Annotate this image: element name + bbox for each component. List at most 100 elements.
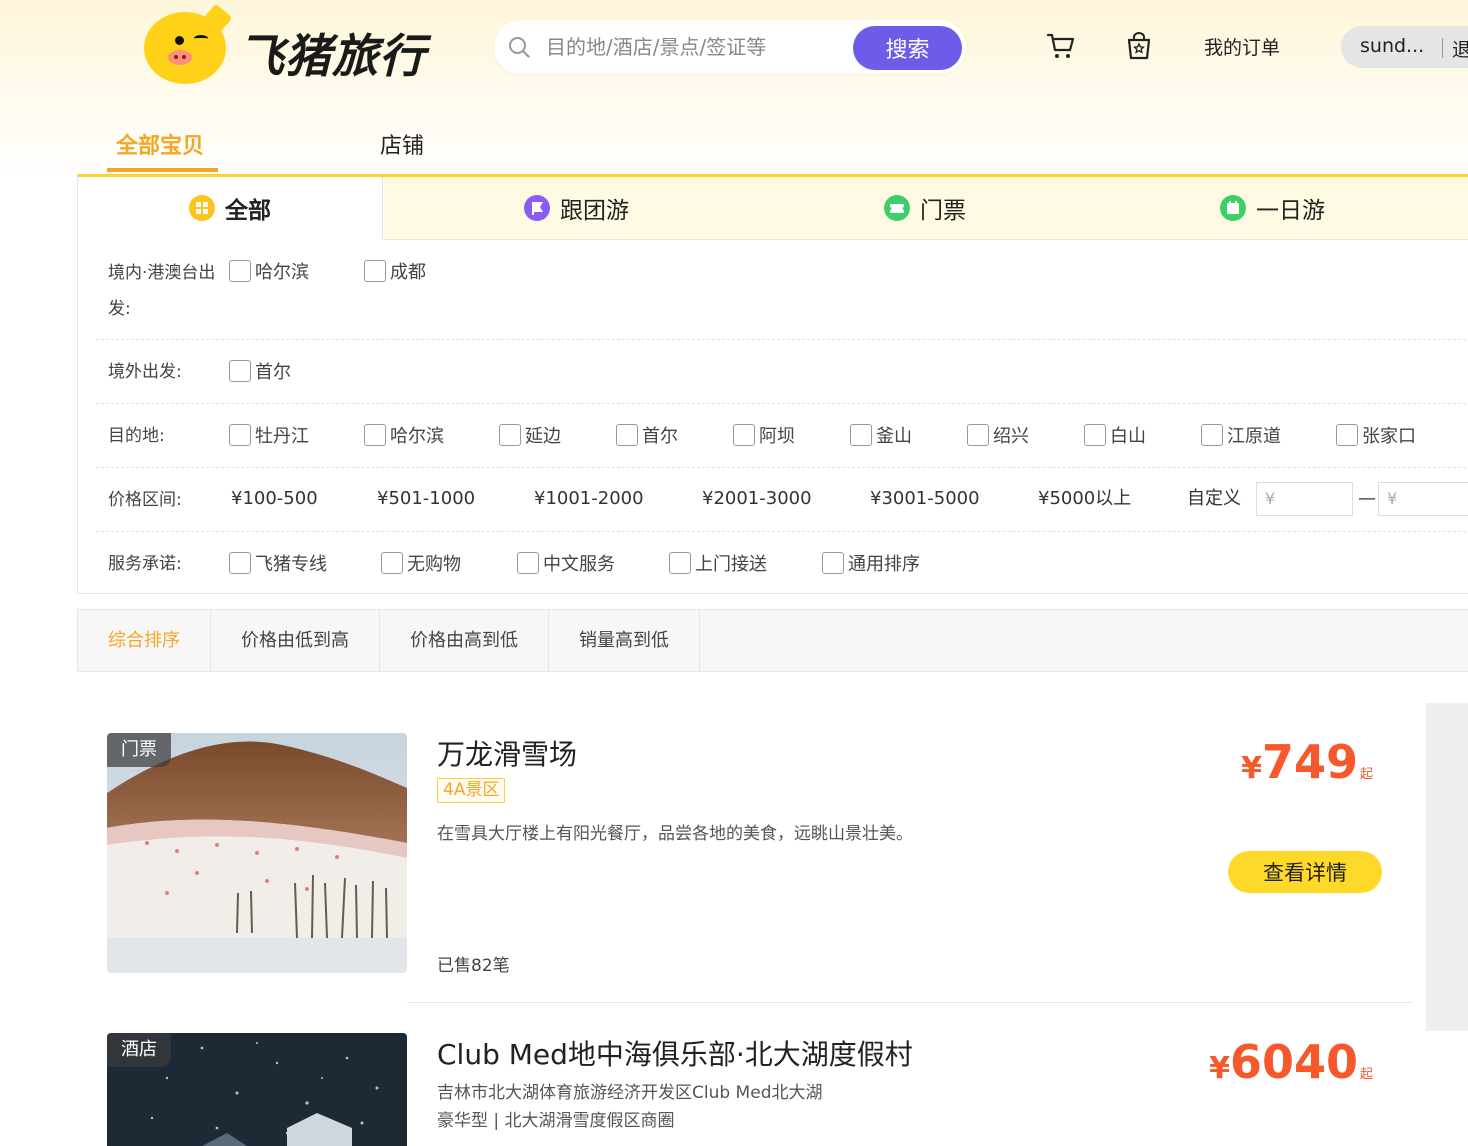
search-box: 搜索 [494, 20, 966, 74]
option-service-chinese[interactable]: 中文服务 [517, 548, 615, 578]
option-service-general-sort[interactable]: 通用排序 [822, 548, 920, 578]
product-image-ski-resort[interactable]: 门票 [107, 733, 407, 973]
option-domestic-chengdu[interactable]: 成都 [364, 256, 426, 286]
my-orders-link[interactable]: 我的订单 [1204, 33, 1280, 60]
checkbox[interactable] [1084, 424, 1106, 446]
checkbox[interactable] [669, 552, 691, 574]
checkbox[interactable] [1336, 424, 1358, 446]
option-service-pickup[interactable]: 上门接送 [669, 548, 767, 578]
option-label: 无购物 [407, 554, 461, 575]
sort-comprehensive[interactable]: 综合排序 [78, 610, 211, 671]
tab-shops[interactable]: 店铺 [380, 128, 424, 160]
sort-price-asc[interactable]: 价格由低到高 [211, 610, 380, 671]
option-label: 江原道 [1227, 426, 1281, 447]
checkbox[interactable] [517, 552, 539, 574]
option-dest-baishan[interactable]: 白山 [1084, 420, 1146, 450]
custom-price-separator: — [1358, 488, 1376, 509]
type-tab-label: 一日游 [1256, 198, 1325, 224]
option-dest-aba[interactable]: 阿坝 [733, 420, 795, 450]
type-tab-tickets[interactable]: 门票 [884, 177, 966, 239]
checkbox[interactable] [850, 424, 872, 446]
hotel-type-area: 豪华型 | 北大湖滑雪度假区商圈 [437, 1111, 675, 1131]
product-price: ¥ 6040 起 [1209, 1035, 1373, 1089]
tab-active-underline [107, 168, 218, 172]
custom-price-min-input[interactable]: ¥ [1256, 482, 1353, 516]
checkbox[interactable] [229, 552, 251, 574]
price-option-100-500[interactable]: ¥100-500 [231, 484, 318, 514]
checkbox[interactable] [1201, 424, 1223, 446]
sort-sales-desc[interactable]: 销量高到低 [549, 610, 700, 671]
fliggy-logo-icon[interactable] [144, 3, 233, 84]
user-name[interactable]: sund... [1360, 35, 1424, 57]
search-input[interactable] [546, 30, 836, 64]
option-dest-shaoxing[interactable]: 绍兴 [967, 420, 1029, 450]
checkbox[interactable] [822, 552, 844, 574]
price-option-2001-3000[interactable]: ¥2001-3000 [702, 484, 812, 514]
custom-price-max-input[interactable]: ¥ [1378, 482, 1468, 516]
calendar-icon [1220, 195, 1246, 221]
option-dest-yanbian[interactable]: 延边 [499, 420, 561, 450]
grid-icon [189, 195, 215, 221]
ticket-icon [884, 195, 910, 221]
logout-link[interactable]: 退 [1452, 35, 1468, 62]
option-dest-gangwon[interactable]: 江原道 [1201, 420, 1281, 450]
option-dest-harbin[interactable]: 哈尔滨 [364, 420, 444, 450]
price-value: 749 [1261, 735, 1358, 789]
option-service-no-shopping[interactable]: 无购物 [381, 548, 461, 578]
option-dest-zhangjiakou[interactable]: 张家口 [1336, 420, 1416, 450]
checkbox[interactable] [381, 552, 403, 574]
cart-icon[interactable] [1046, 32, 1076, 60]
option-label: 哈尔滨 [255, 262, 309, 283]
option-service-fliggy-line[interactable]: 飞猪专线 [229, 548, 327, 578]
price-option-3001-5000[interactable]: ¥3001-5000 [870, 484, 980, 514]
user-menu[interactable]: sund... 退 [1341, 26, 1468, 68]
option-label: 首尔 [642, 426, 678, 447]
checkbox[interactable] [229, 260, 251, 282]
logo-text[interactable]: 飞猪旅行 [238, 20, 426, 86]
option-dest-busan[interactable]: 釜山 [850, 420, 912, 450]
type-tab-group-tour[interactable]: 跟团游 [524, 177, 629, 239]
price-value: 6040 [1229, 1035, 1358, 1089]
shopping-bag-icon[interactable] [1126, 32, 1152, 60]
checkbox[interactable] [364, 260, 386, 282]
product-description: 在雪具大厅楼上有阳光餐厅，品尝各地的美食，远眺山景壮美。 [437, 824, 913, 844]
checkbox[interactable] [616, 424, 638, 446]
checkbox[interactable] [499, 424, 521, 446]
option-domestic-harbin[interactable]: 哈尔滨 [229, 256, 309, 286]
sort-price-desc[interactable]: 价格由高到低 [380, 610, 549, 671]
checkbox[interactable] [733, 424, 755, 446]
price-currency: ¥ [1209, 1051, 1230, 1086]
hotel-address: 吉林市北大湖体育旅游经济开发区Club Med北大湖 豪华型 | 北大湖滑雪度假… [437, 1079, 822, 1135]
option-label: 成都 [390, 262, 426, 283]
product-image-club-med[interactable]: 酒店 [107, 1033, 407, 1146]
search-icon [509, 37, 530, 58]
filter-label-service: 服务承诺: [108, 554, 182, 574]
row-divider [96, 339, 1468, 340]
view-details-button[interactable]: 查看详情 [1228, 851, 1382, 893]
checkbox[interactable] [364, 424, 386, 446]
option-dest-seoul[interactable]: 首尔 [616, 420, 678, 450]
price-option-501-1000[interactable]: ¥501-1000 [377, 484, 475, 514]
product-title[interactable]: Club Med地中海俱乐部·北大湖度假村 [437, 1033, 913, 1073]
price-option-1001-2000[interactable]: ¥1001-2000 [534, 484, 644, 514]
checkbox[interactable] [967, 424, 989, 446]
tab-all-items[interactable]: 全部宝贝 [116, 128, 204, 160]
product-card: 酒店 Club Med地中海俱乐部·北大湖度假村 吉林市北大湖体育旅游经济开发区… [107, 1033, 1413, 1146]
scenic-level-tag: 4A景区 [437, 778, 506, 803]
right-side-panel [1426, 703, 1468, 1031]
type-tab-day-tour[interactable]: 一日游 [1220, 177, 1325, 239]
type-tab-all[interactable]: 全部 [78, 177, 383, 239]
option-label: 中文服务 [543, 554, 615, 575]
hotel-address-line: 吉林市北大湖体育旅游经济开发区Club Med北大湖 [437, 1083, 823, 1103]
search-button[interactable]: 搜索 [853, 26, 962, 70]
flag-icon [524, 195, 550, 221]
product-card: 门票 万龙滑雪场 4A景区 在雪具大厅楼上有阳光餐厅，品尝各地的美食，远眺山景壮… [107, 733, 1413, 1005]
option-dest-mudanjiang[interactable]: 牡丹江 [229, 420, 309, 450]
option-overseas-seoul[interactable]: 首尔 [229, 356, 291, 386]
checkbox[interactable] [229, 424, 251, 446]
option-label: 阿坝 [759, 426, 795, 447]
product-title[interactable]: 万龙滑雪场 [437, 733, 577, 773]
price-option-5000-plus[interactable]: ¥5000以上 [1038, 484, 1131, 514]
row-divider [96, 467, 1468, 468]
checkbox[interactable] [229, 360, 251, 382]
